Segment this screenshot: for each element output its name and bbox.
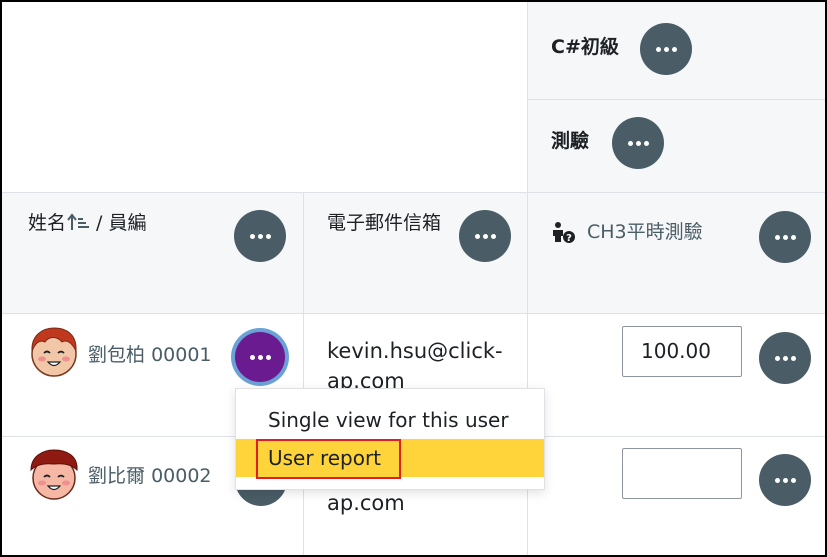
grid-line [2, 313, 825, 314]
name-header-label[interactable]: 姓名 [28, 212, 66, 234]
student-email: kevin.hsu@click- ap.com [327, 336, 503, 396]
student-actions-button[interactable] [235, 332, 285, 382]
grade-item-actions-button[interactable] [759, 211, 811, 263]
category-name: 測驗 [551, 130, 590, 152]
student-id[interactable]: 00002 [151, 465, 211, 487]
email-column-actions-button[interactable] [459, 210, 511, 262]
student-name-link[interactable]: 劉比爾 00002 [88, 461, 212, 488]
ellipsis-icon [249, 354, 271, 360]
id-header-label[interactable]: 員編 [109, 212, 147, 234]
grade-input[interactable] [622, 448, 742, 499]
ellipsis-icon [774, 477, 796, 483]
student-name[interactable]: 劉比爾 [88, 465, 145, 487]
grade-item-header[interactable]: CH3平時測驗 [587, 217, 703, 244]
category-actions-button[interactable] [612, 117, 664, 169]
student-name[interactable]: 劉包柏 [88, 344, 145, 366]
name-column-header[interactable]: 姓名 / 員編 [28, 208, 147, 237]
student-name-link[interactable]: 劉包柏 00001 [88, 340, 212, 367]
header-separator: / [90, 212, 109, 234]
grade-input[interactable]: 100.00 [622, 326, 742, 377]
grade-cell-actions-button[interactable] [759, 332, 811, 384]
student-id[interactable]: 00001 [151, 344, 211, 366]
grade-cell-actions-button[interactable] [759, 454, 811, 506]
ellipsis-icon [774, 234, 796, 240]
course-actions-button[interactable] [640, 23, 692, 75]
student-email: ap.com [327, 488, 405, 518]
name-column-actions-button[interactable] [234, 210, 286, 262]
annotation-box [256, 439, 401, 479]
course-name: C#初級 [551, 36, 619, 58]
svg-text:?: ? [566, 233, 572, 243]
sort-ascending-icon[interactable] [66, 210, 90, 237]
person-question-icon: ? [551, 221, 577, 247]
avatar [30, 449, 78, 500]
grid-line [303, 192, 304, 555]
ellipsis-icon [627, 140, 649, 146]
menu-item-user-report[interactable]: User report [236, 439, 544, 479]
avatar [31, 327, 77, 377]
ellipsis-icon [655, 46, 677, 52]
email-column-header[interactable]: 電子郵件信箱 [327, 208, 441, 235]
grid-line [2, 192, 825, 193]
student-actions-menu: Single view for this user User report [235, 388, 545, 490]
grid-line [528, 99, 825, 100]
menu-item-single-view[interactable]: Single view for this user [236, 401, 544, 439]
ellipsis-icon [249, 233, 271, 239]
ellipsis-icon [474, 233, 496, 239]
email-line: kevin.hsu@click- [327, 339, 503, 363]
email-line: ap.com [327, 491, 405, 515]
gradebook-frame: C#初級 測驗 姓名 / 員編 電子郵件信箱 ? CH3平時測驗 劉包柏 000… [0, 0, 827, 557]
ellipsis-icon [774, 355, 796, 361]
